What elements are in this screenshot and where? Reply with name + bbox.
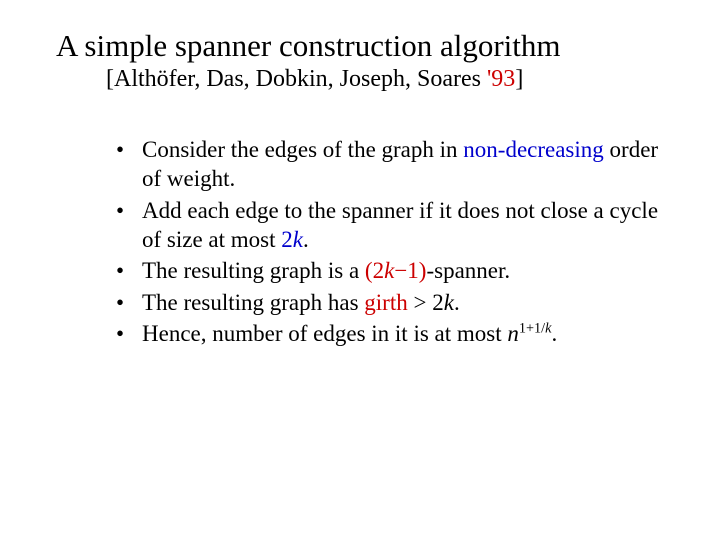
bullet-2: Add each edge to the spanner if it does …	[112, 196, 672, 255]
var-n: n	[507, 321, 519, 346]
text: .	[551, 321, 557, 346]
var-k: k	[293, 227, 303, 252]
term-girth: girth	[364, 290, 413, 315]
citation-year: '93	[487, 66, 515, 92]
num: 2	[281, 227, 293, 252]
text: -spanner.	[426, 258, 510, 283]
citation-authors: [Althöfer, Das, Dobkin, Joseph, Soares	[106, 66, 487, 92]
bullet-5: Hence, number of edges in it is at most …	[112, 319, 672, 348]
bullet-4: The resulting graph has girth > 2k.	[112, 288, 672, 317]
text: .	[454, 290, 460, 315]
text: The resulting graph is a	[142, 258, 365, 283]
exponent: 1+1/k	[519, 321, 552, 337]
text: Add each edge to the spanner if it does …	[142, 198, 658, 252]
var-k: k	[384, 258, 394, 283]
close: −1)	[394, 258, 426, 283]
bullet-list: Consider the edges of the graph in non-d…	[112, 135, 672, 349]
bullet-3: The resulting graph is a (2k−1)-spanner.	[112, 256, 672, 285]
open: (2	[365, 258, 384, 283]
emphasis-non-decreasing: non-decreasing	[463, 137, 604, 162]
text: Consider the edges of the graph in	[142, 137, 463, 162]
gt2: > 2	[413, 290, 443, 315]
text: .	[303, 227, 309, 252]
exp-text: 1+1/	[519, 321, 545, 337]
slide-title: A simple spanner construction algorithm	[56, 28, 672, 64]
bullet-1: Consider the edges of the graph in non-d…	[112, 135, 672, 194]
math-2k-1: (2k−1)	[365, 258, 427, 283]
var-k: k	[444, 290, 454, 315]
citation-close: ]	[515, 66, 523, 92]
text: Hence, number of edges in it is at most	[142, 321, 507, 346]
slide-subtitle: [Althöfer, Das, Dobkin, Joseph, Soares '…	[106, 66, 672, 93]
text: The resulting graph has	[142, 290, 364, 315]
slide: A simple spanner construction algorithm …	[0, 0, 720, 540]
math-2k: 2k	[281, 227, 303, 252]
math-gt-2k: > 2k	[413, 290, 453, 315]
